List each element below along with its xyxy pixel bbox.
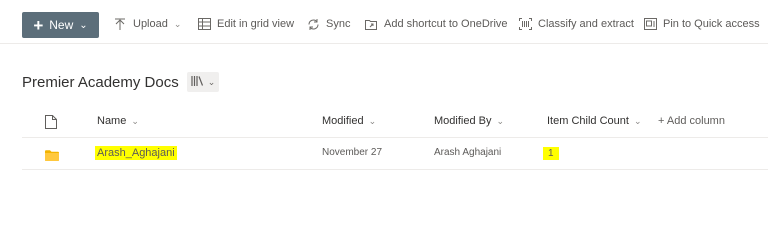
column-header-name[interactable]: Name ⌄ [97,115,139,127]
chevron-down-icon: ⌄ [633,115,642,126]
chevron-down-icon: ⌄ [368,115,377,126]
upload-label: Upload [133,18,168,30]
command-bar: + New ⌄ Upload ⌄ Edit in grid view Sync … [0,0,768,44]
column-header-modified-by[interactable]: Modified By ⌄ [434,115,504,127]
library-view-switcher[interactable]: ⌄ [186,72,220,92]
chevron-down-icon: ⌄ [173,18,182,29]
add-shortcut-button[interactable]: Add shortcut to OneDrive [364,14,508,34]
sync-icon [306,17,320,31]
column-header-item-child-count[interactable]: Item Child Count ⌄ [547,115,641,127]
upload-icon [113,17,127,31]
library-title: Premier Academy Docs [22,73,179,91]
new-button[interactable]: + New ⌄ [22,12,99,38]
column-header-row: Name ⌄ Modified ⌄ Modified By ⌄ Item Chi… [22,106,768,138]
classify-icon [518,17,532,31]
item-child-count-cell: 1 [543,147,559,160]
shortcut-icon [364,17,378,31]
pin-quick-access-button[interactable]: Pin to Quick access [643,14,760,34]
column-header-item-child-count-label: Item Child Count [547,115,629,127]
chevron-down-icon: ⌄ [79,19,88,31]
folder-name-link[interactable]: Arash_Aghajani [95,146,177,160]
modified-by-cell: Arash Aghajani [434,147,502,158]
pin-quick-access-label: Pin to Quick access [663,18,760,30]
add-shortcut-label: Add shortcut to OneDrive [384,18,508,30]
plus-icon: + [33,15,44,35]
upload-button[interactable]: Upload ⌄ [113,14,181,34]
classify-extract-button[interactable]: Classify and extract [518,14,634,34]
sync-button[interactable]: Sync [306,14,350,34]
table-row[interactable]: Arash_Aghajani November 27 Arash Aghajan… [22,138,768,170]
add-column-button[interactable]: + Add column [658,115,725,127]
library-header: Premier Academy Docs ⌄ [22,72,220,92]
chevron-down-icon: ⌄ [207,76,216,87]
chevron-down-icon: ⌄ [131,115,139,126]
edit-grid-view-label: Edit in grid view [217,18,295,30]
edit-grid-view-button[interactable]: Edit in grid view [197,14,294,34]
sync-label: Sync [326,18,351,30]
chevron-down-icon: ⌄ [496,115,505,126]
library-view-icon [191,74,205,91]
pin-icon [643,17,657,31]
modified-cell: November 27 [322,147,383,158]
column-header-modified-label: Modified [322,115,364,127]
new-button-label: New [49,18,74,32]
add-column-label: + Add column [658,115,725,127]
grid-icon [197,17,211,31]
column-header-name-label: Name [97,115,127,127]
column-header-modified[interactable]: Modified ⌄ [322,115,376,127]
classify-extract-label: Classify and extract [538,18,634,30]
column-header-modified-by-label: Modified By [434,115,492,127]
